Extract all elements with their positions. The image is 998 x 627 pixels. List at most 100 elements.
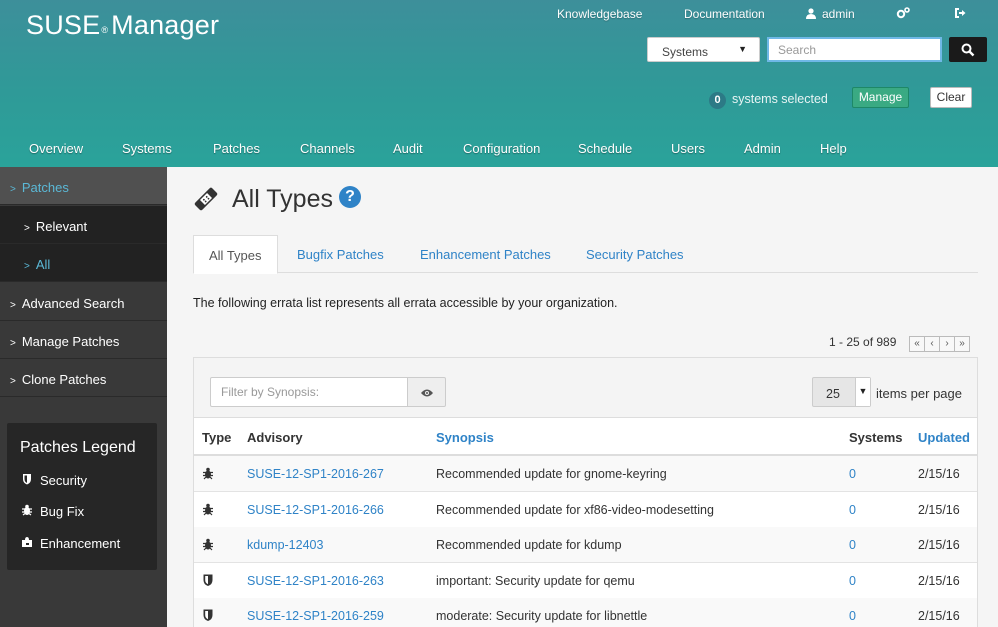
tab-all-types[interactable]: All Types [193,235,278,274]
knowledgebase-link[interactable]: Knowledgebase [557,7,642,23]
search-scope-select[interactable]: Systems ▼ [647,37,760,62]
filter-bar: 25 ▼ items per page [194,358,977,418]
nav-admin[interactable]: Admin [744,141,781,157]
manage-button[interactable]: Manage [852,87,909,108]
sidebar-item-relevant[interactable]: > Relevant [0,206,167,244]
next-page-icon[interactable]: › [939,336,955,352]
column-header-type: Type [202,430,232,445]
sign-out-button[interactable] [954,7,966,23]
main-content: All Types ? All Types Bugfix Patches Enh… [167,167,998,627]
legend-item-bug-fix: Bug Fix [20,504,84,519]
advisory-link[interactable]: SUSE-12-SP1-2016-267 [247,467,384,481]
pagination-controls: «‹ ›» [909,334,970,352]
bug-icon [203,503,213,515]
nav-systems[interactable]: Systems [122,141,172,157]
column-header-synopsis[interactable]: Synopsis [436,430,494,445]
column-header-systems: Systems [849,430,903,445]
shield-icon [23,474,31,485]
nav-channels[interactable]: Channels [300,141,355,157]
bug-icon [203,538,213,551]
systems-count-link[interactable]: 0 [849,609,856,623]
advisory-link[interactable]: SUSE-12-SP1-2016-259 [247,609,384,623]
preferences-button[interactable] [896,7,910,23]
updated-date: 2/15/16 [918,467,960,481]
search-input[interactable] [767,37,942,62]
systems-selected-indicator: 0 systems selected [709,92,828,109]
suse-manager-logo[interactable]: SUSE® Manager [26,10,219,41]
clear-button[interactable]: Clear [930,87,972,108]
user-icon [806,8,816,19]
nav-configuration[interactable]: Configuration [463,141,540,157]
legend-title: Patches Legend [20,439,136,456]
chevron-right-icon: > [10,184,16,195]
sidebar-item-label: Advanced Search [21,296,125,311]
caret-down-icon: ▼ [855,378,870,406]
documentation-link[interactable]: Documentation [684,7,765,23]
patch-type-tabs: All Types Bugfix Patches Enhancement Pat… [193,235,978,274]
search-button[interactable] [949,37,987,62]
systems-count-link[interactable]: 0 [849,503,856,517]
synopsis-filter-input[interactable] [210,377,408,407]
sidebar-item-clone-patches[interactable]: > Clone Patches [0,359,167,397]
table-row: SUSE-12-SP1-2016-266 Recommended update f… [194,492,977,528]
sidebar-item-label: Clone Patches [21,372,107,387]
bug-icon [22,504,32,516]
shield-icon [203,574,213,586]
chevron-right-icon: > [10,376,16,387]
legend-label: Bug Fix [40,504,85,519]
updated-date: 2/15/16 [918,573,960,588]
nav-help[interactable]: Help [820,141,847,157]
sidebar-item-all[interactable]: > All [0,244,167,282]
prev-page-icon[interactable]: ‹ [924,336,940,352]
tab-bugfix-patches[interactable]: Bugfix Patches [297,235,384,273]
advisory-link[interactable]: SUSE-12-SP1-2016-263 [247,574,384,588]
synopsis-text: moderate: Security update for libnettle [436,609,648,623]
user-menu[interactable]: admin [806,7,855,23]
shield-icon [203,609,213,621]
nav-audit[interactable]: Audit [393,141,423,157]
errata-panel: 25 ▼ items per page Type Advisory Synops… [193,357,978,627]
updated-date: 2/15/16 [918,609,960,623]
sidebar-item-label: All [35,257,51,272]
column-header-updated[interactable]: Updated [918,430,970,445]
sidebar-item-label: Manage Patches [21,334,120,349]
caret-down-icon: ▼ [738,44,747,54]
table-row: SUSE-12-SP1-2016-259 moderate: Security u… [194,598,977,627]
nav-schedule[interactable]: Schedule [578,141,632,157]
systems-count-link[interactable]: 0 [849,574,856,588]
nav-overview[interactable]: Overview [29,141,83,157]
last-page-icon[interactable]: » [954,336,970,352]
synopsis-text: Recommended update for gnome-keyring [436,467,667,481]
systems-count-link[interactable]: 0 [849,467,856,481]
column-header-advisory: Advisory [247,430,303,445]
help-icon[interactable]: ? [339,186,361,208]
chevron-right-icon: > [10,300,16,311]
systems-count-link[interactable]: 0 [849,538,856,552]
filter-apply-button[interactable] [407,377,446,407]
synopsis-text: Recommended update for xf86-video-modese… [436,502,714,517]
chevron-right-icon: > [24,261,30,272]
legend-label: Enhancement [40,536,121,551]
systems-selected-label: systems selected [732,92,828,106]
sidebar-item-manage-patches[interactable]: > Manage Patches [0,321,167,359]
sidebar-item-advanced-search[interactable]: > Advanced Search [0,283,167,321]
page-title: All Types [232,185,333,213]
tab-security-patches[interactable]: Security Patches [586,235,684,273]
first-page-icon[interactable]: « [909,336,925,352]
advisory-link[interactable]: kdump-12403 [247,538,323,552]
items-per-page-label: items per page [876,386,962,401]
tab-enhancement-patches[interactable]: Enhancement Patches [420,235,551,273]
pagination-summary: 1 - 25 of 989 [829,335,897,349]
legend-label: Security [40,473,87,488]
legend-item-enhancement: Enhancement [20,536,120,551]
updated-date: 2/15/16 [918,538,960,552]
sidebar-item-patches[interactable]: > Patches [0,167,167,205]
nav-users[interactable]: Users [671,141,705,157]
items-per-page-select[interactable]: 25 ▼ [812,377,871,407]
nav-patches[interactable]: Patches [213,141,260,157]
search-scope-value: Systems [662,45,709,59]
legend-item-security: Security [20,473,87,488]
advisory-link[interactable]: SUSE-12-SP1-2016-266 [247,503,384,517]
sidebar: > Patches > Relevant > All > Advanced Search… [0,167,167,627]
chevron-right-icon: > [24,223,30,234]
